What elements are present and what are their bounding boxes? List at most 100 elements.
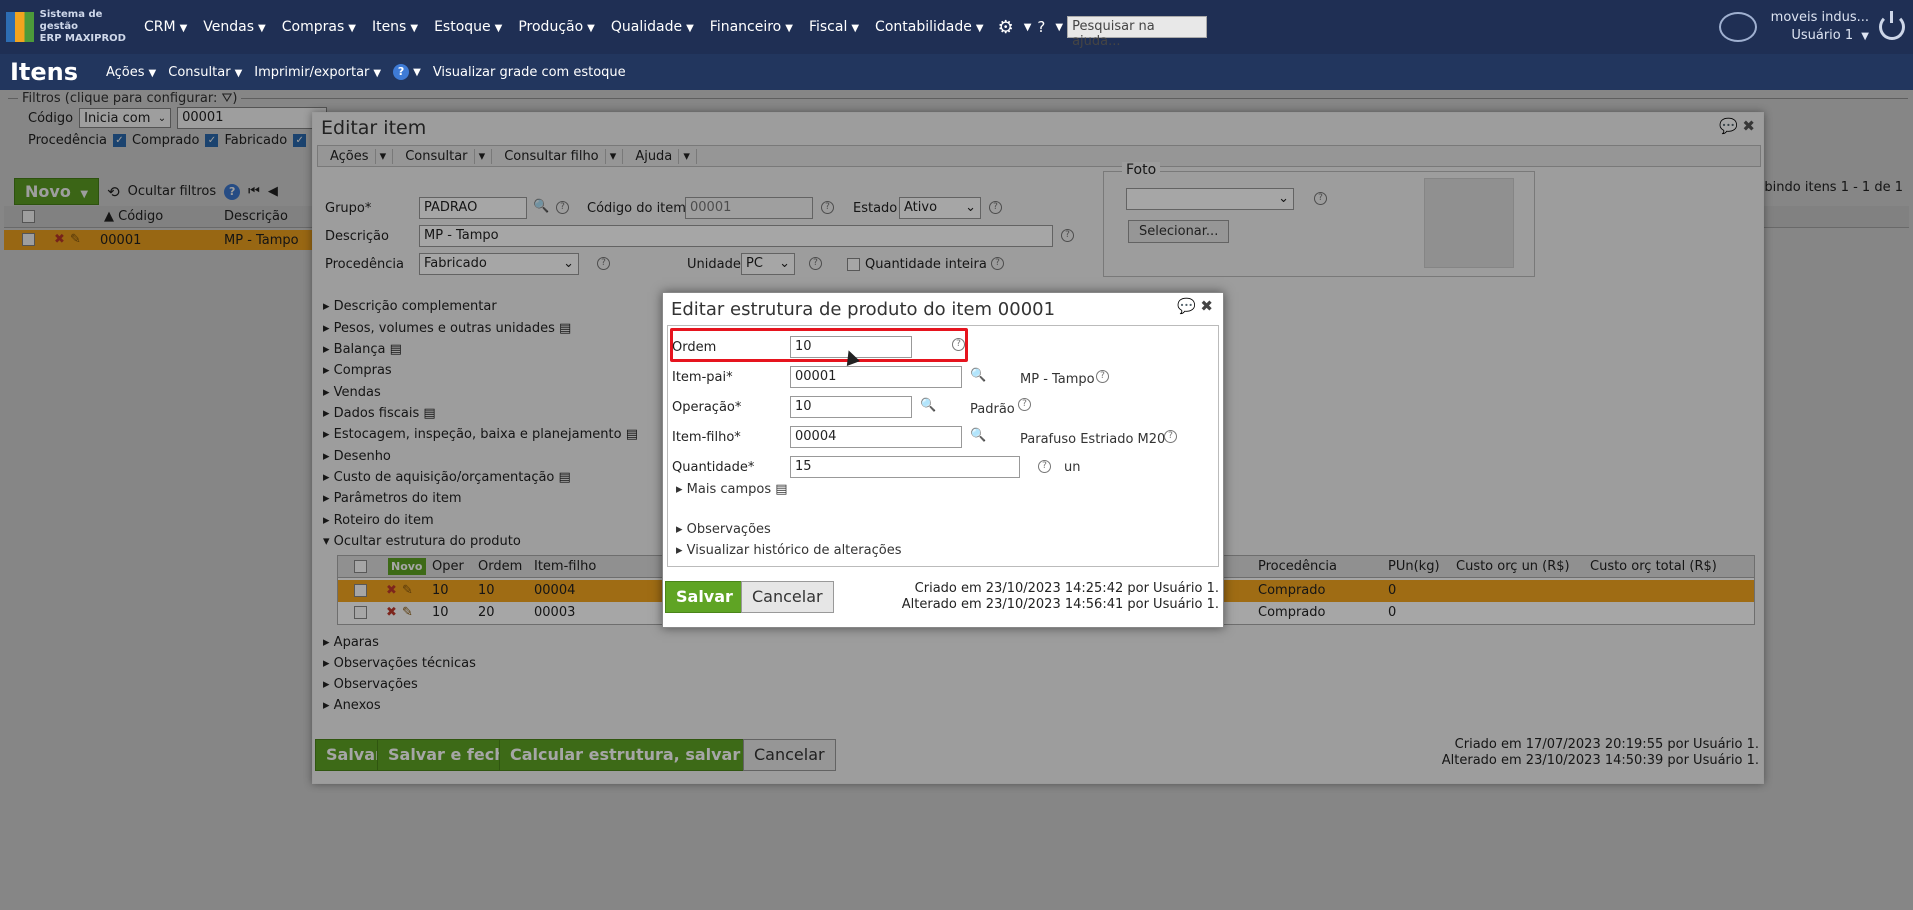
menu-contabilidade[interactable]: Contabilidade ▼ [867,19,992,35]
help-icon[interactable]: ? [556,201,569,214]
search-icon[interactable]: 🔍 [970,428,986,443]
section-observacoes[interactable]: ▸ Observações [323,677,418,692]
print-export-menu[interactable]: Imprimir/exportar ▼ [248,65,387,80]
erp-logo[interactable]: Sistema de gestão ERP MAXIPROD [0,9,136,45]
historico-link[interactable]: ▸ Visualizar histórico de alterações [676,543,901,558]
help-round-icon[interactable]: ? [393,64,410,80]
structure-new-button[interactable]: Novo [388,558,426,575]
close-icon[interactable]: ✖ [1200,297,1213,315]
menu-producao[interactable]: Produção ▼ [510,19,603,35]
help-icon[interactable]: ? [1018,398,1031,411]
foto-select-button[interactable]: Selecionar... [1128,220,1230,243]
modal-cancel-button[interactable]: Cancelar [741,581,834,613]
menu-consultar-filho[interactable]: Consultar filho ▾ [492,148,624,164]
help-icon[interactable]: ? [1096,370,1109,383]
section-estocagem[interactable]: ▸ Estocagem, inspeção, baixa e planejame… [323,427,638,442]
operacao-input[interactable]: 10 [790,396,912,418]
section-roteiro[interactable]: ▸ Roteiro do item [323,513,434,528]
unidade-select[interactable]: PC ⌄ [741,253,795,275]
menu-ajuda[interactable]: Ajuda ▾ [623,148,697,164]
menu-estoque[interactable]: Estoque ▼ [426,19,510,35]
user-menu[interactable]: moveis indus... Usuário 1 ▼ [1771,9,1869,46]
help-icon[interactable]: ? [1037,18,1045,36]
comment-icon[interactable]: 💬 [1719,117,1738,135]
power-icon[interactable] [1879,11,1905,40]
section-compras[interactable]: ▸ Compras [323,363,392,378]
row-checkbox[interactable] [354,584,367,597]
delete-icon[interactable]: ✖ [386,583,397,598]
row-checkbox[interactable] [354,606,367,619]
section-anexos[interactable]: ▸ Anexos [323,698,381,713]
section-dados-fiscais[interactable]: ▸ Dados fiscais ▤ [323,406,436,421]
gear-dropdown-caret[interactable]: ▼ [1024,22,1032,33]
section-balanca[interactable]: ▸ Balança ▤ [323,342,402,357]
menu-compras[interactable]: Compras ▼ [274,19,364,35]
menu-qualidade[interactable]: Qualidade ▼ [603,19,702,35]
col-ordem[interactable]: Ordem [478,559,522,574]
section-desenho[interactable]: ▸ Desenho [323,449,391,464]
menu-financeiro[interactable]: Financeiro ▼ [702,19,801,35]
help-icon[interactable]: ? [989,201,1002,214]
menu-itens[interactable]: Itens ▼ [364,19,426,35]
col-item-filho[interactable]: Item-filho [534,559,596,574]
foto-select[interactable]: ⌄ [1126,188,1294,210]
item-filho-input[interactable]: 00004 [790,426,962,448]
help-icon[interactable]: ? [952,338,965,351]
delete-icon[interactable]: ✖ [386,605,397,620]
section-vendas[interactable]: ▸ Vendas [323,385,381,400]
observacoes-link[interactable]: ▸ Observações [676,522,771,537]
search-icon[interactable]: 🔍 [970,368,986,383]
estado-select[interactable]: Ativo ⌄ [899,197,981,219]
qtd-inteira-checkbox[interactable] [847,258,860,271]
cancel-button[interactable]: Cancelar [743,739,836,771]
gear-icon[interactable]: ⚙ [998,17,1014,38]
actions-menu[interactable]: Ações ▼ [100,65,162,80]
menu-consultar[interactable]: Consultar ▾ [393,148,493,164]
mais-campos-link[interactable]: ▸ Mais campos ▤ [676,482,788,497]
menu-fiscal[interactable]: Fiscal ▼ [801,19,867,35]
modal-save-button[interactable]: Salvar [665,581,744,613]
codigo-input[interactable]: 00001 [685,197,813,219]
col-procedencia[interactable]: Procedência [1258,559,1337,574]
chat-icon[interactable] [1718,12,1757,42]
qtd-inteira-label: Quantidade inteira [865,257,987,272]
col-pun[interactable]: PUn(kg) [1388,559,1440,574]
search-icon[interactable]: 🔍 [920,398,936,413]
col-custo-un[interactable]: Custo orç un (R$) [1456,559,1570,574]
col-oper[interactable]: Oper [432,559,464,574]
section-aparas[interactable]: ▸ Aparas [323,635,379,650]
grid-stock-link[interactable]: Visualizar grade com estoque [427,65,632,80]
structure-select-all[interactable] [354,560,367,573]
edit-icon[interactable]: ✎ [402,583,413,598]
search-icon[interactable]: 🔍 [533,199,549,214]
help-icon[interactable]: ? [1164,430,1177,443]
section-pesos[interactable]: ▸ Pesos, volumes e outras unidades ▤ [323,321,571,336]
help-icon[interactable]: ? [809,257,822,270]
help-icon[interactable]: ? [597,257,610,270]
col-custo-total[interactable]: Custo orç total (R$) [1590,559,1717,574]
close-icon[interactable]: ✖ [1742,117,1755,135]
section-obs-tecnicas[interactable]: ▸ Observações técnicas [323,656,476,671]
menu-vendas[interactable]: Vendas ▼ [195,19,273,35]
procedencia-select[interactable]: Fabricado ⌄ [419,253,579,275]
section-estrutura[interactable]: ▾ Ocultar estrutura do produto [323,534,521,549]
help-icon[interactable]: ? [1061,229,1074,242]
quantidade-input[interactable]: 15 [790,456,1020,478]
item-pai-input[interactable]: 00001 [790,366,962,388]
menu-acoes[interactable]: Ações ▾ [318,148,394,164]
descricao-input[interactable]: MP - Tampo [419,225,1053,247]
help-icon[interactable]: ? [991,257,1004,270]
help-icon[interactable]: ? [1314,192,1327,205]
help-search-input[interactable]: Pesquisar na ajuda... [1067,16,1208,49]
grupo-input[interactable]: PADRAO [419,197,527,219]
edit-icon[interactable]: ✎ [402,605,413,620]
help-icon[interactable]: ? [1038,460,1051,473]
help-icon[interactable]: ? [821,201,834,214]
comment-icon[interactable]: 💬 [1177,297,1196,315]
section-parametros[interactable]: ▸ Parâmetros do item [323,491,462,506]
help-dropdown-caret[interactable]: ▼ [1055,22,1063,33]
consult-menu[interactable]: Consultar ▼ [162,65,248,80]
menu-crm[interactable]: CRM ▼ [136,19,195,35]
section-custo[interactable]: ▸ Custo de aquisição/orçamentação ▤ [323,470,571,485]
section-desc-comp[interactable]: ▸ Descrição complementar [323,299,497,314]
